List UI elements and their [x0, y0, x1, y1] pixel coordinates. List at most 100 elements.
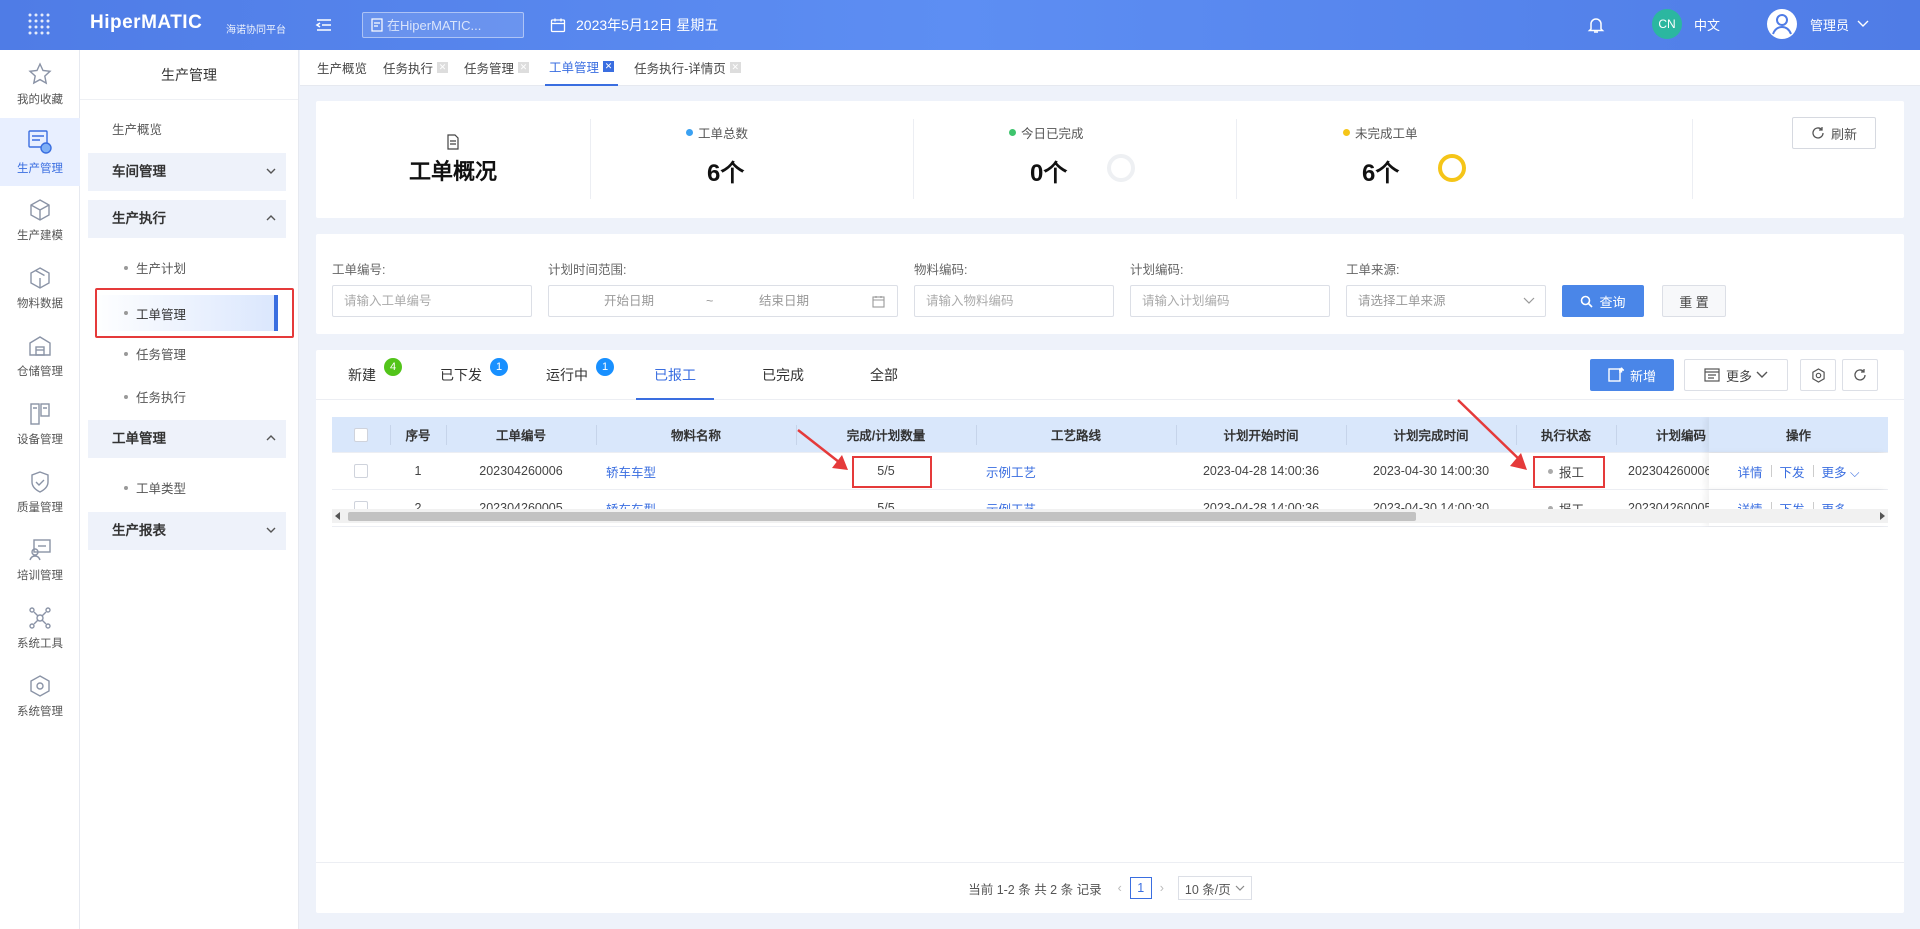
sidebar-item-task-execution[interactable]: 任务执行 — [124, 387, 186, 406]
plan-code-input[interactable] — [1130, 285, 1330, 317]
summary-title: 工单概况 — [408, 158, 497, 184]
close-icon[interactable]: ✕ — [603, 61, 615, 72]
tab-overview[interactable]: 生产概览 — [317, 50, 367, 86]
order-no-input[interactable] — [332, 285, 532, 317]
col-header: 工艺路线 — [1050, 429, 1101, 443]
page-number[interactable]: 1 — [1129, 877, 1152, 899]
rail-item-material[interactable]: 物料数据 — [0, 254, 80, 322]
date-range-picker[interactable]: 开始日期 ~ 结束日期 — [548, 285, 898, 317]
sidebar-item-task-management[interactable]: 任务管理 — [124, 344, 186, 363]
refresh-button[interactable]: 刷新 — [1792, 117, 1876, 149]
material-input[interactable] — [914, 285, 1114, 317]
detail-link[interactable]: 详情 — [1738, 462, 1763, 481]
col-divider — [1176, 425, 1177, 445]
tab-running[interactable]: 运行中 1 — [546, 350, 614, 400]
range-separator: ~ — [706, 294, 714, 308]
rail-item-quality[interactable]: 质量管理 — [0, 458, 80, 526]
issue-link[interactable]: 下发 — [1780, 462, 1805, 481]
next-page-icon[interactable]: › — [1160, 881, 1164, 895]
chevron-down-icon — [266, 527, 276, 533]
scrollbar-thumb[interactable] — [348, 512, 1416, 521]
query-button[interactable]: 查询 — [1562, 285, 1644, 317]
rail-item-system[interactable]: 系统管理 — [0, 662, 80, 730]
close-icon[interactable]: ✕ — [729, 62, 741, 73]
summary-title-cell: 工单概况 — [316, 101, 590, 218]
tab-task-execution-detail[interactable]: 任务执行-详情页 ✕ — [634, 50, 741, 86]
route-link[interactable]: 示例工艺 — [986, 462, 1036, 481]
tab-task-execution[interactable]: 任务执行 ✕ — [383, 50, 449, 86]
language-badge: CN — [1652, 9, 1682, 39]
table-header: 序号 工单编号 物料名称 完成/计划数量 工艺路线 计划开始时间 计划完成时间 … — [332, 417, 1888, 453]
sidebar-group-workshop[interactable]: 车间管理 — [88, 153, 286, 191]
close-icon[interactable]: ✕ — [437, 62, 449, 73]
global-search-input[interactable] — [387, 17, 517, 33]
pending-progress-ring — [1438, 154, 1466, 182]
row-checkbox[interactable] — [354, 464, 368, 478]
rail-item-device[interactable]: 设备管理 — [0, 390, 80, 458]
source-select[interactable]: 请选择工单来源 — [1346, 285, 1546, 317]
sidebar-group-orders[interactable]: 工单管理 — [88, 420, 286, 458]
status-dot — [1547, 468, 1553, 474]
settings-hex-icon — [30, 674, 50, 697]
page-size-select[interactable]: 10 条/页 — [1177, 876, 1252, 900]
close-icon[interactable]: ✕ — [518, 62, 530, 73]
user-menu[interactable]: 管理员 — [1766, 8, 1869, 40]
tab-label: 任务执行-详情页 — [634, 62, 726, 76]
prev-page-icon[interactable]: ‹ — [1118, 881, 1122, 895]
tab-task-management[interactable]: 任务管理 ✕ — [464, 50, 530, 86]
col-divider — [390, 425, 391, 445]
rail-label: 我的收藏 — [17, 93, 63, 106]
reload-button[interactable] — [1842, 359, 1878, 391]
tab-issued[interactable]: 已下发 1 — [440, 350, 508, 400]
sidebar-item-label: 任务执行 — [136, 391, 187, 405]
tab-label: 任务执行 — [383, 62, 434, 76]
sidebar-item-order-type[interactable]: 工单类型 — [124, 478, 186, 497]
rail-item-modeling[interactable]: 生产建模 — [0, 186, 80, 254]
settings-button[interactable] — [1800, 359, 1836, 391]
green-dot — [1009, 129, 1016, 136]
tab-order-management[interactable]: 工单管理 ✕ — [545, 50, 619, 86]
sidebar-item-overview[interactable]: 生产概览 — [112, 119, 162, 138]
add-order-button[interactable]: 新增 — [1590, 359, 1674, 391]
rail-item-warehouse[interactable]: 仓储管理 — [0, 322, 80, 390]
tab-reported[interactable]: 已报工 — [636, 350, 714, 400]
col-header: 工单编号 — [495, 429, 546, 443]
more-link[interactable]: 更多 ⌵ — [1822, 462, 1860, 481]
reset-button[interactable]: 重 置 — [1662, 285, 1726, 317]
select-all-checkbox[interactable] — [354, 427, 368, 442]
rail-label: 系统工具 — [17, 637, 63, 650]
add-icon — [1608, 367, 1624, 382]
sidebar-item-label: 工单类型 — [136, 482, 187, 496]
language-switch[interactable]: CN 中文 — [1652, 9, 1720, 39]
scroll-left-icon[interactable] — [335, 512, 341, 520]
list-icon — [1704, 368, 1720, 382]
sidebar-item-plan[interactable]: 生产计划 — [124, 258, 186, 277]
sidebar-item-order-management[interactable]: 工单管理 — [90, 295, 278, 331]
menu-toggle-icon[interactable] — [314, 15, 334, 35]
rail-label: 生产建模 — [17, 229, 63, 242]
notification-bell-icon[interactable] — [1587, 16, 1605, 34]
tab-completed[interactable]: 已完成 — [762, 350, 804, 400]
calendar-icon — [550, 18, 566, 33]
rail-item-production[interactable]: 生产管理 — [0, 118, 80, 186]
source-placeholder: 请选择工单来源 — [1358, 294, 1446, 308]
tab-all[interactable]: 全部 — [870, 350, 898, 400]
row-select-cell — [332, 453, 390, 489]
app-grid-logo-icon[interactable] — [0, 0, 80, 50]
tab-new[interactable]: 新建 4 — [348, 350, 402, 400]
scroll-right-icon[interactable] — [1879, 512, 1885, 520]
material-link[interactable]: 轿车车型 — [606, 462, 656, 481]
rail-label: 物料数据 — [17, 297, 63, 310]
annotation-arrow-icon — [1457, 399, 1527, 470]
table-row[interactable]: 1 202304260006 轿车车型 5/5 示例工艺 2023-04-28 … — [332, 453, 1888, 490]
horizontal-scrollbar[interactable] — [332, 509, 1888, 523]
rail-item-training[interactable]: 培训管理 — [0, 526, 80, 594]
global-search[interactable] — [362, 12, 524, 38]
order-summary-card: 工单概况 工单总数 6个 今日已完成 0个 未完成工单 6个 刷新 — [316, 101, 1904, 218]
sidebar-group-reports[interactable]: 生产报表 — [88, 512, 286, 550]
more-actions-button[interactable]: 更多 — [1684, 359, 1788, 391]
rail-item-tools[interactable]: 系统工具 — [0, 594, 80, 662]
box-icon — [30, 266, 50, 289]
rail-item-favorites[interactable]: 我的收藏 — [0, 50, 80, 118]
sidebar-group-execution[interactable]: 生产执行 — [88, 200, 286, 238]
